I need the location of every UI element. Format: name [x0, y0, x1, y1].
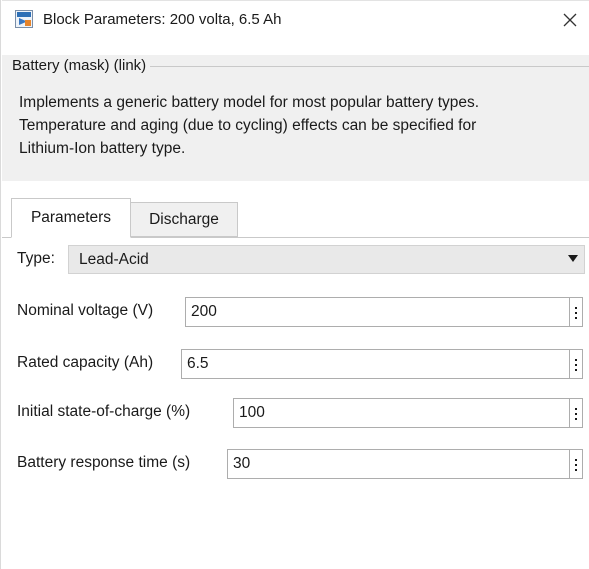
- rated-capacity-field[interactable]: 6.5: [181, 349, 582, 379]
- dot-icon: [575, 464, 577, 466]
- description-line: Implements a generic battery model for m…: [19, 94, 480, 111]
- dot-icon: [575, 312, 577, 314]
- rated-capacity-more-button[interactable]: [569, 349, 583, 379]
- simulink-block-icon: [15, 10, 33, 28]
- initial-soc-more-button[interactable]: [569, 398, 583, 428]
- type-label: Type:: [17, 250, 55, 267]
- dot-icon: [575, 469, 577, 471]
- initial-soc-value: 100: [239, 404, 265, 421]
- nominal-voltage-value: 200: [191, 303, 217, 320]
- description-panel: Battery (mask) (link) Implements a gener…: [2, 55, 589, 181]
- block-parameters-dialog: Block Parameters: 200 volta, 6.5 Ah Batt…: [0, 0, 589, 569]
- response-time-more-button[interactable]: [569, 449, 583, 479]
- rated-capacity-label: Rated capacity (Ah): [17, 354, 154, 371]
- battery-type-value: Lead-Acid: [79, 251, 149, 268]
- dot-icon: [575, 307, 577, 309]
- rated-capacity-value: 6.5: [187, 355, 209, 372]
- initial-soc-label: Initial state-of-charge (%): [17, 403, 191, 420]
- dot-icon: [575, 364, 577, 366]
- dot-icon: [575, 317, 577, 319]
- tab-parameters[interactable]: Parameters: [11, 198, 131, 238]
- initial-soc-field[interactable]: 100: [233, 398, 582, 428]
- response-time-value: 30: [233, 455, 251, 472]
- chevron-down-icon: [568, 255, 578, 262]
- dot-icon: [575, 408, 577, 410]
- response-time-label: Battery response time (s): [17, 454, 191, 471]
- tab-discharge[interactable]: Discharge: [131, 202, 238, 237]
- description-text: Implements a generic battery model for m…: [19, 91, 584, 160]
- nominal-voltage-label: Nominal voltage (V): [17, 302, 154, 319]
- response-time-field[interactable]: 30: [227, 449, 582, 479]
- nominal-voltage-field[interactable]: 200: [185, 297, 582, 327]
- window-title: Block Parameters: 200 volta, 6.5 Ah: [43, 11, 282, 28]
- dot-icon: [575, 359, 577, 361]
- dot-icon: [575, 418, 577, 420]
- nominal-voltage-more-button[interactable]: [569, 297, 583, 327]
- description-line: Lithium-Ion battery type.: [19, 140, 186, 157]
- description-line: Temperature and aging (due to cycling) e…: [19, 117, 477, 134]
- dot-icon: [575, 459, 577, 461]
- mask-group-label: Battery (mask) (link): [10, 57, 151, 74]
- close-button[interactable]: [557, 7, 583, 33]
- close-icon: [563, 13, 577, 27]
- dot-icon: [575, 369, 577, 371]
- dot-icon: [575, 413, 577, 415]
- title-bar: Block Parameters: 200 volta, 6.5 Ah: [2, 0, 589, 39]
- battery-type-select[interactable]: Lead-Acid: [68, 245, 585, 274]
- tab-bar: Parameters Discharge: [2, 198, 589, 238]
